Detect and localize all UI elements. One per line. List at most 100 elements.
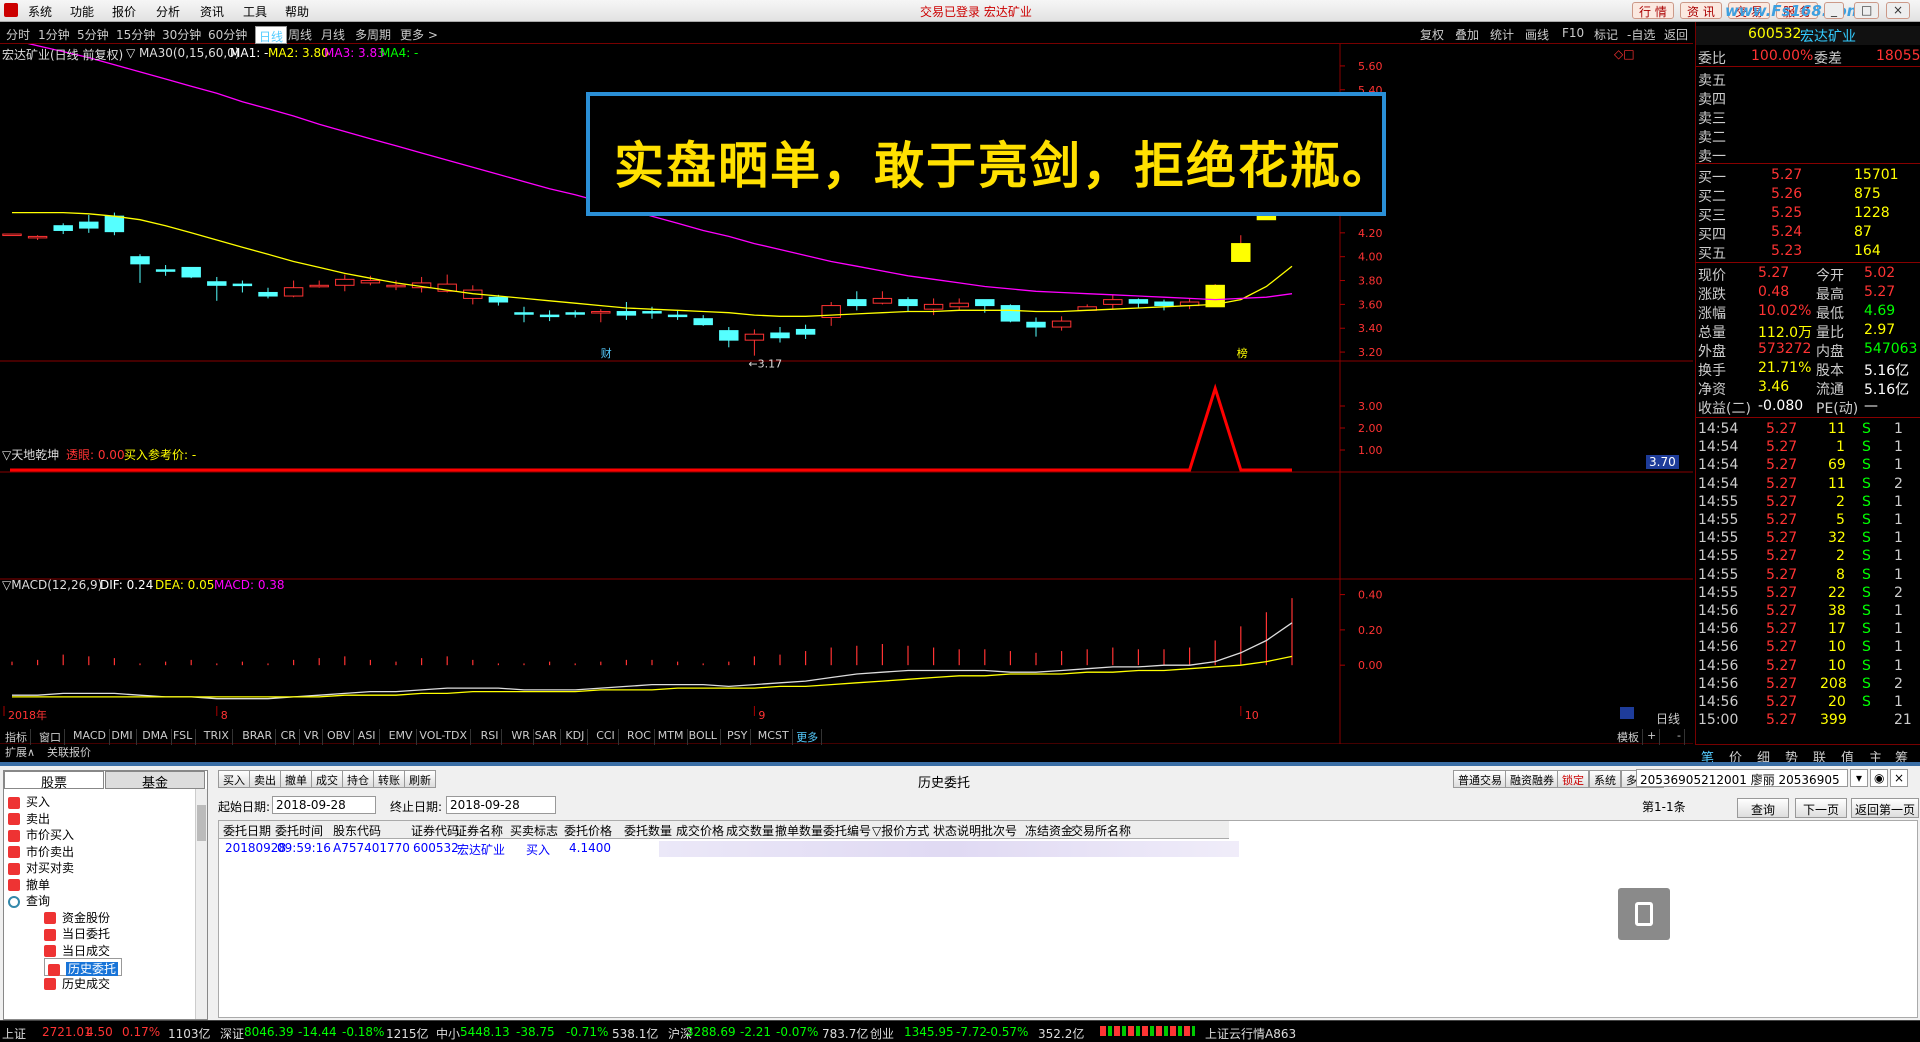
period-tab-multi[interactable]: 多周期 bbox=[355, 26, 391, 43]
toolbar-back[interactable]: 返回 bbox=[1664, 26, 1688, 43]
indicator-tab-20[interactable]: MTM bbox=[655, 729, 688, 745]
column-header-6[interactable]: 委托价格 bbox=[564, 822, 612, 839]
column-header-10[interactable]: 撤单数量 bbox=[775, 822, 823, 839]
menu-help[interactable]: 帮助 bbox=[285, 3, 309, 20]
panel-close-icon[interactable]: × bbox=[1890, 769, 1908, 787]
toolbar-f10[interactable]: F10 bbox=[1562, 26, 1584, 40]
column-header-3[interactable]: 证券代码 bbox=[411, 822, 459, 839]
nav-item-3[interactable]: 市价卖出 bbox=[8, 843, 74, 860]
indicator-tool-0[interactable]: 模板 bbox=[1614, 729, 1643, 745]
end-date-input[interactable]: 2018-09-28 bbox=[446, 796, 556, 814]
column-header-12[interactable]: ▽报价方式 bbox=[872, 822, 929, 839]
menu-system[interactable]: 系统 bbox=[28, 3, 52, 20]
indicator-tab-13[interactable]: VOL-TDX bbox=[416, 729, 471, 745]
period-tab-30min[interactable]: 30分钟 bbox=[162, 26, 201, 43]
query-button[interactable]: 查询 bbox=[1737, 798, 1789, 818]
period-tab-60min[interactable]: 60分钟 bbox=[208, 26, 247, 43]
indicator-tab-11[interactable]: ASI bbox=[355, 729, 380, 745]
column-header-4[interactable]: 证券名称 bbox=[455, 822, 503, 839]
nav-item-1[interactable]: 卖出 bbox=[8, 810, 50, 827]
trade-tool-4[interactable]: 持仓 bbox=[342, 770, 374, 788]
toolbar-overlay[interactable]: 叠加 bbox=[1455, 26, 1479, 43]
indicator-tab-21[interactable]: BOLL bbox=[686, 729, 721, 745]
toolbar-fuquan[interactable]: 复权 bbox=[1420, 26, 1444, 43]
menu-analysis[interactable]: 分析 bbox=[156, 3, 180, 20]
period-tab-more[interactable]: 更多 > bbox=[400, 26, 438, 43]
column-header-1[interactable]: 委托时间 bbox=[275, 822, 323, 839]
trade-tool-5[interactable]: 转账 bbox=[373, 770, 405, 788]
indicator-tab-0[interactable]: 指标 bbox=[2, 729, 31, 745]
indicator-tab-7[interactable]: BRAR bbox=[239, 729, 277, 745]
legend-tdqk-name[interactable]: ▽天地乾坤 bbox=[2, 446, 59, 463]
nav-item-7[interactable]: 资金股份 bbox=[44, 909, 110, 926]
next-page-button[interactable]: 下一页 bbox=[1795, 798, 1847, 818]
pin-icon[interactable]: ◉ bbox=[1870, 769, 1888, 787]
account-dropdown-icon[interactable]: ▾ bbox=[1850, 769, 1868, 787]
indicator-tab-23[interactable]: MCST bbox=[755, 729, 793, 745]
close-button[interactable]: × bbox=[1886, 2, 1911, 19]
trade-tool-1[interactable]: 卖出 bbox=[249, 770, 281, 788]
column-header-2[interactable]: 股东代码 bbox=[333, 822, 381, 839]
trade-tool-0[interactable]: 买入 bbox=[218, 770, 250, 788]
indicator-tab-19[interactable]: ROC bbox=[624, 729, 655, 745]
indicator-tab-22[interactable]: PSY bbox=[724, 729, 752, 745]
indicator-tab-9[interactable]: VR bbox=[301, 729, 323, 745]
period-tab-fenshi[interactable]: 分时 bbox=[6, 26, 30, 43]
period-tab-1min[interactable]: 1分钟 bbox=[38, 26, 70, 43]
indicator-tab-24[interactable]: 更多 bbox=[793, 729, 823, 745]
account-select[interactable]: 20536905212001 廖丽 20536905 bbox=[1636, 769, 1848, 787]
period-tab-daily[interactable]: 日线 bbox=[255, 26, 288, 44]
menu-function[interactable]: 功能 bbox=[70, 3, 94, 20]
trade-right-tool-0[interactable]: 普通交易 bbox=[1453, 770, 1507, 788]
legend-ma-name[interactable]: ▽ MA30(0,15,60,0) bbox=[126, 46, 240, 60]
indicator-tab-3[interactable]: DMI bbox=[108, 729, 137, 745]
indicator-tab-1[interactable]: 窗口 bbox=[36, 729, 65, 745]
nav-item-10[interactable]: 历史委托 bbox=[44, 958, 123, 976]
trade-right-tool-3[interactable]: 系统 bbox=[1589, 770, 1621, 788]
period-tab-monthly[interactable]: 月线 bbox=[321, 26, 345, 43]
menu-news[interactable]: 资讯 bbox=[200, 3, 224, 20]
tab-market[interactable]: 行 情 bbox=[1632, 2, 1674, 19]
start-date-input[interactable]: 2018-09-28 bbox=[272, 796, 376, 814]
copy-icon[interactable] bbox=[1618, 888, 1670, 940]
nav-scrollbar[interactable] bbox=[195, 789, 207, 1019]
minimize-button[interactable]: _ bbox=[1824, 2, 1844, 19]
column-header-7[interactable]: 委托数量 bbox=[624, 822, 672, 839]
nav-item-6[interactable]: 查询 bbox=[8, 892, 50, 909]
indicator-tab-17[interactable]: KDJ bbox=[562, 729, 589, 745]
nav-tab-stock[interactable]: 股票 bbox=[4, 771, 104, 791]
period-tab-15min[interactable]: 15分钟 bbox=[116, 26, 155, 43]
maximize-button[interactable]: □ bbox=[1854, 2, 1880, 19]
nav-item-5[interactable]: 撤单 bbox=[8, 876, 50, 893]
indicator-tool-2[interactable]: - bbox=[1674, 729, 1685, 745]
indicator-tab-18[interactable]: CCI bbox=[593, 729, 619, 745]
tab-news[interactable]: 资 讯 bbox=[1680, 2, 1722, 19]
nav-item-4[interactable]: 对买对卖 bbox=[8, 859, 74, 876]
menu-quote[interactable]: 报价 bbox=[112, 3, 136, 20]
toolbar-mark[interactable]: 标记 bbox=[1594, 26, 1618, 43]
trade-right-tool-1[interactable]: 融资融券 bbox=[1505, 770, 1559, 788]
column-header-11[interactable]: 委托编号 bbox=[823, 822, 871, 839]
column-header-8[interactable]: 成交价格 bbox=[676, 822, 724, 839]
nav-tab-fund[interactable]: 基金 bbox=[105, 771, 205, 791]
toolbar-watchlist[interactable]: -自选 bbox=[1627, 26, 1655, 43]
indicator-tab-4[interactable]: DMA bbox=[139, 729, 172, 745]
indicator-tab-15[interactable]: WR bbox=[508, 729, 534, 745]
nav-item-8[interactable]: 当日委托 bbox=[44, 925, 110, 942]
indicator-tab-2[interactable]: MACD bbox=[70, 729, 110, 745]
indicator-tab-8[interactable]: CR bbox=[278, 729, 300, 745]
first-page-button[interactable]: 返回第一页 bbox=[1851, 798, 1919, 818]
nav-item-2[interactable]: 市价买入 bbox=[8, 826, 74, 843]
menu-tools[interactable]: 工具 bbox=[243, 3, 267, 20]
column-header-15[interactable]: 冻结资金 bbox=[1025, 822, 1073, 839]
period-tab-5min[interactable]: 5分钟 bbox=[77, 26, 109, 43]
trade-tool-6[interactable]: 刷新 bbox=[404, 770, 436, 788]
nav-item-9[interactable]: 当日成交 bbox=[44, 942, 110, 959]
indicator-tool-1[interactable]: + bbox=[1644, 729, 1661, 745]
trade-tool-2[interactable]: 撤单 bbox=[280, 770, 312, 788]
column-header-16[interactable]: 交易所名称 bbox=[1071, 822, 1131, 839]
nav-item-11[interactable]: 历史成交 bbox=[44, 975, 110, 992]
legend-macd-name[interactable]: ▽MACD(12,26,9) bbox=[2, 578, 102, 592]
indicator-tab-5[interactable]: FSL bbox=[170, 729, 197, 745]
period-tab-weekly[interactable]: 周线 bbox=[288, 26, 312, 43]
